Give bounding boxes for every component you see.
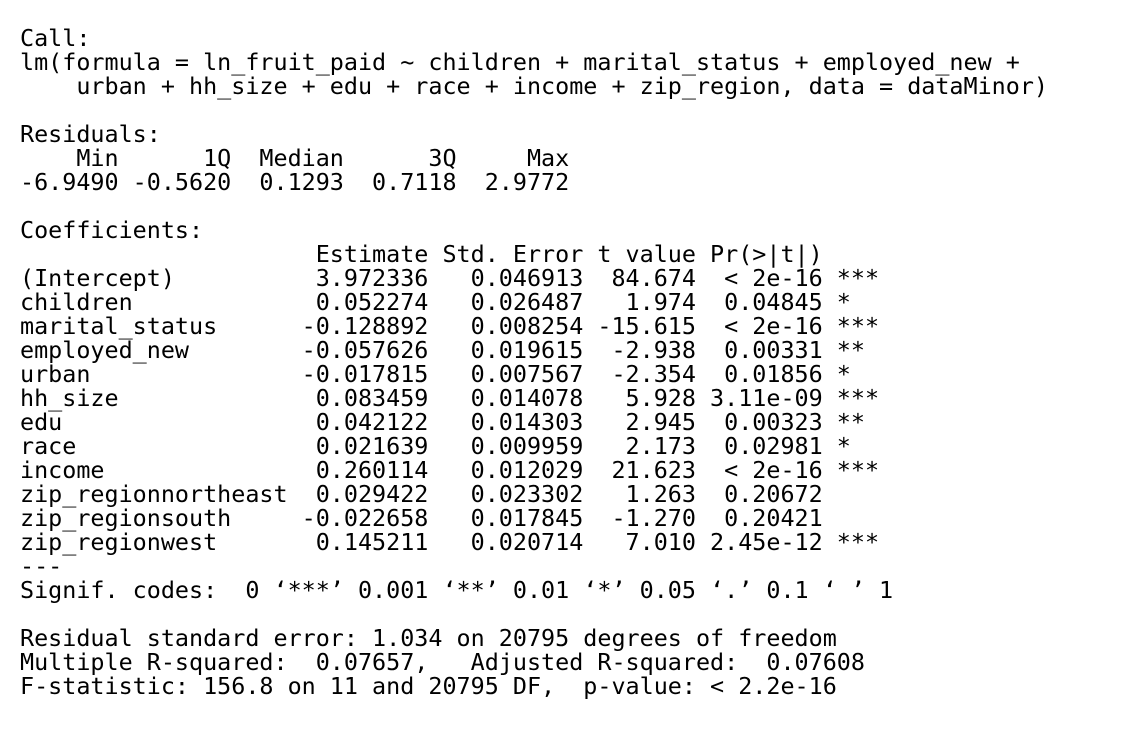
coef-row-zip-region-west: zip_regionwest 0.145211 0.020714 7.010 2… — [20, 528, 880, 556]
coef-row-zip-region-northeast: zip_regionnortheast 0.029422 0.023302 1.… — [20, 480, 880, 508]
coef-row-intercept: (Intercept) 3.972336 0.046913 84.674 < 2… — [20, 264, 880, 292]
coef-row-income: income 0.260114 0.012029 21.623 < 2e-16 … — [20, 456, 880, 484]
r-console-output: Call: lm(formula = ln_fruit_paid ~ childr… — [20, 26, 1048, 698]
coef-row-children: children 0.052274 0.026487 1.974 0.04845… — [20, 288, 880, 316]
signif-separator: --- — [20, 552, 63, 580]
residuals-quantile-values: -6.9490 -0.5620 0.1293 0.7118 2.9772 — [20, 168, 584, 196]
coefficients-column-headers: Estimate Std. Error t value Pr(>|t|) — [20, 240, 880, 268]
coef-row-marital-status: marital_status -0.128892 0.008254 -15.61… — [20, 312, 880, 340]
residual-standard-error: Residual standard error: 1.034 on 20795 … — [20, 624, 837, 652]
coef-row-zip-region-south: zip_regionsouth -0.022658 0.017845 -1.27… — [20, 504, 880, 532]
coef-row-edu: edu 0.042122 0.014303 2.945 0.00323 ** — [20, 408, 880, 436]
residuals-quantile-labels: Min 1Q Median 3Q Max — [20, 144, 584, 172]
call-header: Call: — [20, 24, 91, 52]
coef-row-urban: urban -0.017815 0.007567 -2.354 0.01856 … — [20, 360, 880, 388]
call-formula-line-2: urban + hh_size + edu + race + income + … — [20, 72, 1049, 100]
coef-row-hh-size: hh_size 0.083459 0.014078 5.928 3.11e-09… — [20, 384, 880, 412]
residuals-header: Residuals: — [20, 120, 161, 148]
coef-row-employed-new: employed_new -0.057626 0.019615 -2.938 0… — [20, 336, 880, 364]
coef-row-race: race 0.021639 0.009959 2.173 0.02981 * — [20, 432, 880, 460]
call-formula-line-1: lm(formula = ln_fruit_paid ~ children + … — [20, 48, 1020, 76]
coefficients-header: Coefficients: — [20, 216, 204, 244]
f-statistic-line: F-statistic: 156.8 on 11 and 20795 DF, p… — [20, 672, 837, 700]
r-squared-line: Multiple R-squared: 0.07657, Adjusted R-… — [20, 648, 880, 676]
signif-codes-legend: Signif. codes: 0 ‘***’ 0.001 ‘**’ 0.01 ‘… — [20, 576, 894, 604]
